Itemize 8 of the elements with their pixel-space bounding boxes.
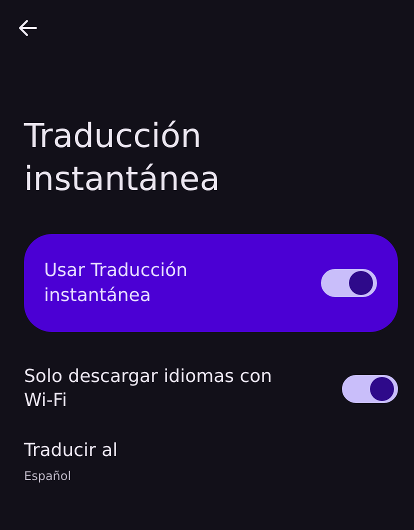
toggle-switch[interactable]	[342, 375, 398, 403]
preference-summary: Español	[24, 469, 72, 483]
preference-title[interactable]: Solo descargar idiomas con Wi-Fi	[24, 365, 294, 413]
preference-title[interactable]: Traducir al	[24, 439, 294, 463]
toggle-switch[interactable]	[321, 269, 377, 297]
main-switch-card[interactable]: Usar Traducción instantánea	[24, 234, 398, 332]
page-title: Traducción instantánea	[24, 115, 221, 200]
switch-label: Usar Traducción instantánea	[44, 259, 189, 308]
